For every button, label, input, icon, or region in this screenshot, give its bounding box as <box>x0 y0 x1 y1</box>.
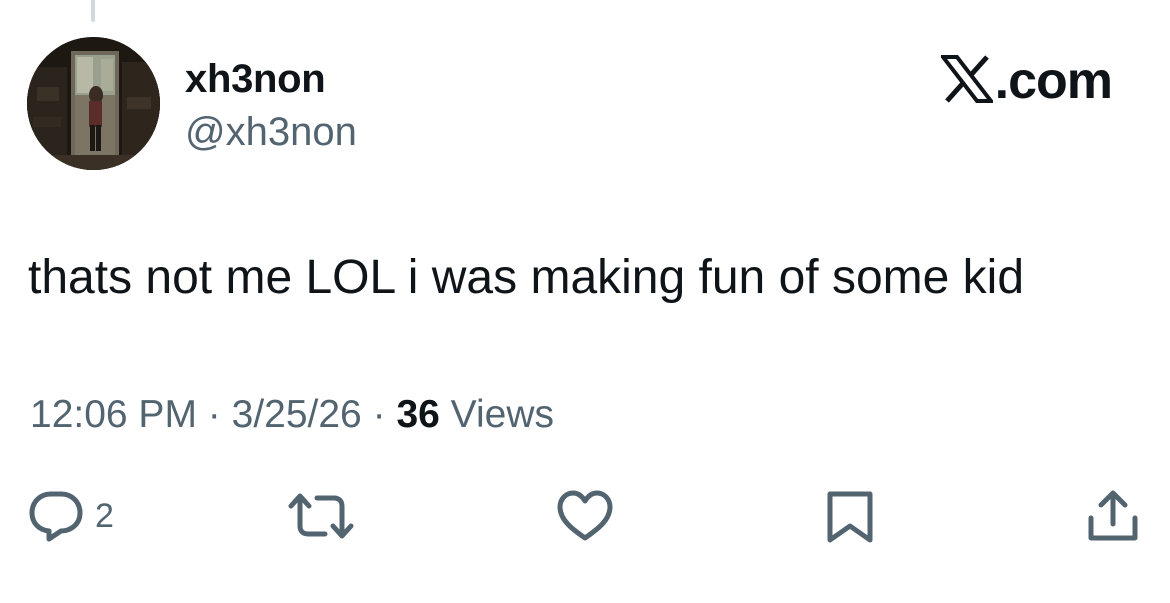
author-handle[interactable]: @xh3non <box>185 109 357 155</box>
views-label: Views <box>450 393 554 436</box>
share-button[interactable] <box>1085 488 1141 546</box>
tweet-date[interactable]: 3/25/26 <box>232 393 362 436</box>
avatar[interactable] <box>27 37 160 170</box>
bookmark-icon <box>822 488 878 546</box>
meta-separator: · <box>207 393 221 436</box>
reply-count: 2 <box>95 497 114 535</box>
tweet-metadata: 12:06 PM · 3/25/26 · 36 Views <box>30 393 554 437</box>
x-logo-icon <box>938 54 995 108</box>
tweet-text: thats not me LOL i was making fun of som… <box>28 251 1025 304</box>
share-icon <box>1085 488 1141 546</box>
repost-icon <box>287 488 355 544</box>
repost-button[interactable] <box>287 488 355 544</box>
reply-icon <box>27 488 85 544</box>
author-display-name[interactable]: xh3non <box>185 56 326 102</box>
views-count[interactable]: 36 <box>396 393 439 436</box>
heart-icon <box>555 488 615 544</box>
thread-connector-line <box>91 0 95 22</box>
brand-domain-text: .com <box>994 52 1113 110</box>
meta-separator: · <box>372 393 386 436</box>
bookmark-button[interactable] <box>822 488 878 546</box>
reply-button[interactable]: 2 <box>27 488 114 544</box>
like-button[interactable] <box>555 488 615 544</box>
tweet-time[interactable]: 12:06 PM <box>30 393 197 436</box>
brand-watermark: .com <box>938 52 1113 110</box>
